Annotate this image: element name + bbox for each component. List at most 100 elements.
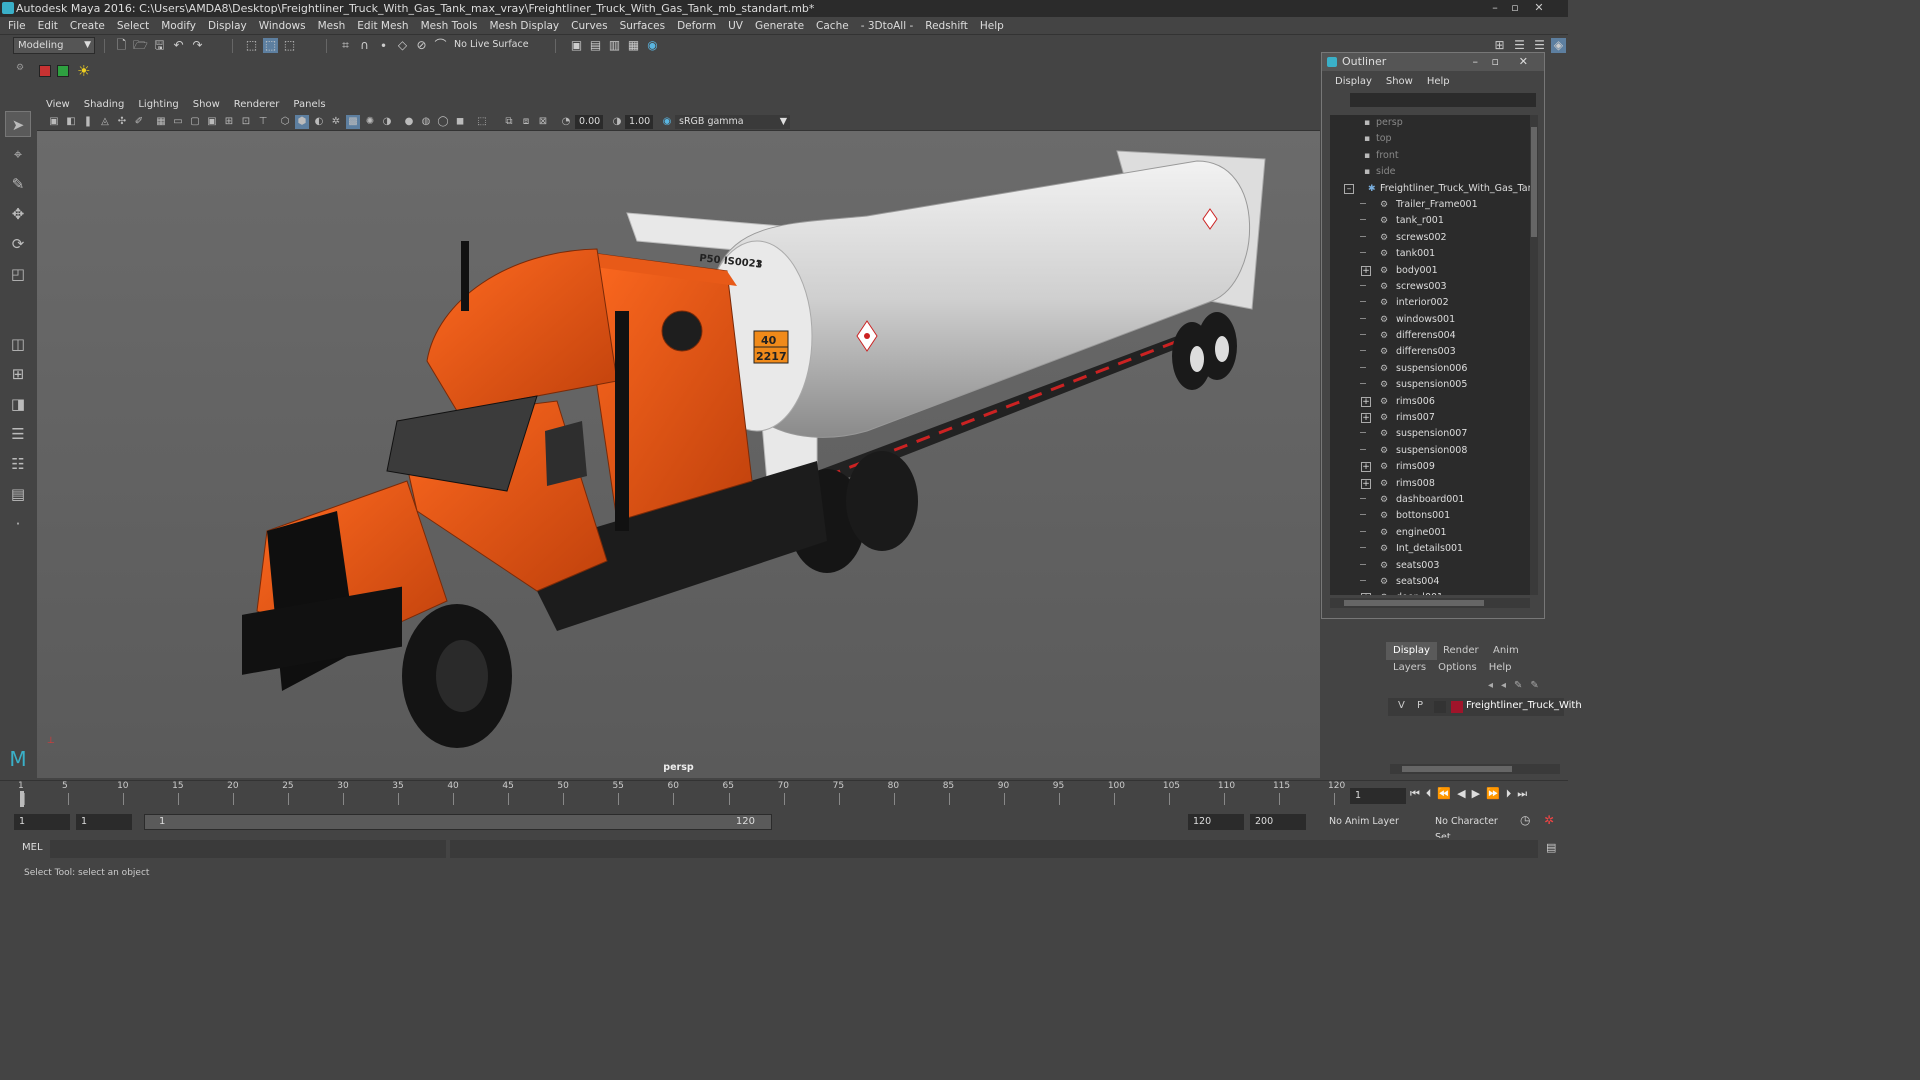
playback-start-field[interactable]: 1 (76, 814, 132, 830)
menu-edit[interactable]: Edit (32, 17, 64, 35)
textured-icon[interactable]: ▩ (346, 115, 360, 129)
menu-cache[interactable]: Cache (810, 17, 855, 35)
play-back-icon[interactable]: ◀ (1457, 787, 1471, 800)
layer-menu-layers[interactable]: Layers (1387, 662, 1432, 673)
gamma-icon[interactable]: ◑ (610, 115, 624, 129)
sun-light-icon[interactable]: ☀ (77, 62, 95, 80)
xray-joints-icon[interactable]: ⧈ (519, 115, 533, 129)
expand-icon[interactable]: + (1361, 396, 1371, 407)
tab-anim[interactable]: Anim (1486, 642, 1526, 660)
layer-name[interactable]: Freightliner_Truck_With (1466, 700, 1582, 711)
menu-windows[interactable]: Windows (253, 17, 312, 35)
outliner-item[interactable]: ⚙ seats004 (1330, 574, 1530, 590)
graph-layout-icon[interactable]: ☷ (5, 451, 31, 477)
range-bar[interactable]: 1 120 (144, 814, 772, 830)
character-set-select[interactable]: No Character Set (1430, 814, 1514, 843)
menu-generate[interactable]: Generate (749, 17, 810, 35)
four-pane-layout-icon[interactable]: ⊞ (5, 361, 31, 387)
custom-layout-icon[interactable]: · (5, 511, 31, 537)
outliner-item[interactable]: + ⚙ body001 (1330, 263, 1530, 279)
step-forward-key-icon[interactable]: ⏩ (1486, 787, 1506, 800)
render-settings-icon[interactable]: ▦ (626, 38, 641, 53)
command-input[interactable] (50, 840, 446, 858)
menu-help[interactable]: Help (974, 17, 1010, 35)
outliner-item[interactable]: + ⚙ rims006 (1330, 394, 1530, 410)
snap-point-icon[interactable]: ∙ (376, 38, 391, 53)
menu-mesh[interactable]: Mesh (312, 17, 352, 35)
screen-space-ao-icon[interactable]: ● (402, 115, 416, 129)
step-forward-icon[interactable]: ⏵ (1506, 787, 1518, 800)
expand-icon[interactable]: + (1361, 413, 1371, 424)
outliner-item[interactable]: ⚙ dashboard001 (1330, 492, 1530, 508)
outliner-item[interactable]: + ⚙ rims009 (1330, 459, 1530, 475)
outliner-item[interactable]: ⚙ suspension008 (1330, 443, 1530, 459)
new-scene-icon[interactable]: 🗋 (114, 38, 129, 53)
close-button[interactable]: ✕ (1530, 1, 1548, 15)
current-frame-field[interactable]: 1 (1350, 788, 1406, 804)
snap-view-plane-icon[interactable]: ◇ (395, 38, 410, 53)
play-forward-icon[interactable]: ▶ (1472, 787, 1486, 800)
scroll-thumb[interactable] (1402, 766, 1512, 772)
smooth-shade-icon[interactable]: ⬢ (295, 115, 309, 129)
live-surface-label[interactable]: No Live Surface (454, 39, 529, 50)
menu-display[interactable]: Display (202, 17, 253, 35)
outliner-item[interactable]: ⚙ bottons001 (1330, 508, 1530, 524)
make-live-icon[interactable]: ⊘ (414, 38, 429, 53)
select-tool-icon[interactable]: ➤ (5, 111, 31, 137)
shadows-icon[interactable]: ◑ (380, 115, 394, 129)
outliner-item[interactable]: ⚙ tank_r001 (1330, 213, 1530, 229)
expand-icon[interactable]: + (1361, 462, 1371, 473)
menu-3dtoall[interactable]: - 3DtoAll - (855, 17, 920, 35)
menu-redshift[interactable]: Redshift (919, 17, 974, 35)
menu-curves[interactable]: Curves (565, 17, 613, 35)
render-current-icon[interactable]: ▤ (588, 38, 603, 53)
safe-action-icon[interactable]: ⊡ (239, 115, 253, 129)
tab-render[interactable]: Render (1436, 642, 1486, 660)
minimize-button[interactable]: – (1486, 1, 1504, 15)
channel-box-icon[interactable]: ☰ (1512, 38, 1527, 53)
outliner-root-group[interactable]: – ✱ Freightliner_Truck_With_Gas_Tank_m (1330, 181, 1530, 197)
outliner-hscrollbar[interactable] (1330, 598, 1530, 608)
single-pane-layout-icon[interactable]: ◫ (5, 331, 31, 357)
color-management-icon[interactable]: ◉ (660, 115, 674, 129)
outliner-item[interactable]: ⚙ seats003 (1330, 558, 1530, 574)
layer-menu-options[interactable]: Options (1432, 662, 1483, 673)
menu-uv[interactable]: UV (722, 17, 749, 35)
command-language-label[interactable]: MEL (22, 842, 43, 853)
panel-menu-shading[interactable]: Shading (77, 97, 132, 113)
outliner-item[interactable]: ⚙ suspension006 (1330, 361, 1530, 377)
panel-menu-renderer[interactable]: Renderer (227, 97, 287, 113)
layer-buttons-icon[interactable]: ◂◂✎✎ (1488, 680, 1547, 691)
outliner-camera-persp[interactable]: ▪ persp (1330, 115, 1530, 131)
outliner-item[interactable]: ⚙ suspension007 (1330, 426, 1530, 442)
anti-aliasing-icon[interactable]: ◯ (436, 115, 450, 129)
select-by-object-icon[interactable]: ⬚ (263, 38, 278, 53)
save-scene-icon[interactable]: 🖫 (152, 38, 167, 53)
snap-curve-icon[interactable]: ∩ (357, 38, 372, 53)
menu-select[interactable]: Select (111, 17, 155, 35)
outliner-item[interactable]: ⚙ screws003 (1330, 279, 1530, 295)
2d-pan-zoom-icon[interactable]: ✣ (115, 115, 129, 129)
scroll-thumb[interactable] (1344, 600, 1484, 606)
maximize-icon[interactable]: ▫ (1492, 53, 1499, 71)
panel-menu-lighting[interactable]: Lighting (131, 97, 185, 113)
redo-icon[interactable]: ↷ (190, 38, 205, 53)
expand-icon[interactable]: + (1361, 265, 1371, 276)
open-scene-icon[interactable]: 🗁 (133, 38, 148, 53)
expand-icon[interactable]: + (1361, 593, 1371, 595)
playback-end-field[interactable]: 120 (1188, 814, 1244, 830)
field-chart-icon[interactable]: ⊞ (222, 115, 236, 129)
viewport-persp[interactable]: 40 2217 P50 IS0023 1 ⊥ persp (37, 131, 1320, 778)
collapse-icon[interactable]: – (1344, 183, 1354, 194)
red-shelf-icon[interactable] (39, 65, 51, 77)
menu-create[interactable]: Create (64, 17, 111, 35)
time-slider[interactable]: 1 5 10 15 20 25 30 35 40 45 50 55 60 65 70 75 80 85 90 95 10… (0, 780, 1568, 810)
outliner-item[interactable]: ⚙ engine001 (1330, 525, 1530, 541)
layer-type-toggle[interactable] (1434, 701, 1446, 713)
scroll-thumb[interactable] (1531, 127, 1537, 237)
step-back-key-icon[interactable]: ⏪ (1437, 787, 1457, 800)
outliner-item[interactable]: ⚙ differens003 (1330, 344, 1530, 360)
bookmark-icon[interactable]: ❚ (81, 115, 95, 129)
gate-mask-icon[interactable]: ▣ (205, 115, 219, 129)
expand-icon[interactable]: + (1361, 478, 1371, 489)
